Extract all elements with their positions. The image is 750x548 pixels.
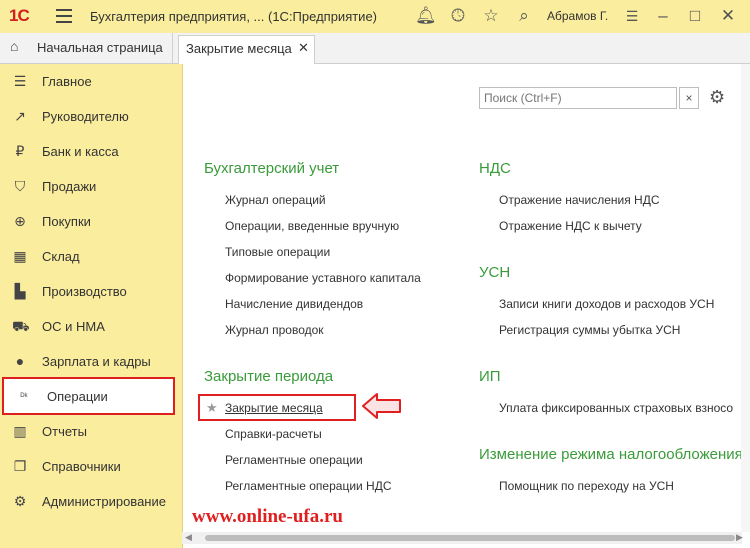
watermark: www.online-ufa.ru [192, 506, 343, 527]
sidebar-item-label: Продажи [42, 179, 97, 194]
sidebar-item-label: Администрирование [42, 494, 166, 509]
scroll-left-arrow-icon[interactable]: ◀ [185, 532, 192, 543]
section-title-period: Закрытие периода [204, 368, 334, 385]
home-icon: ⌂ [10, 38, 19, 54]
link-vat-deduction[interactable]: Отражение НДС к вычету [499, 219, 642, 233]
sidebar-item[interactable]: ⚙ Администрирование [0, 484, 182, 519]
link-usn-transition[interactable]: Помощник по переходу на УСН [499, 479, 674, 493]
section-title-vat: НДС [479, 160, 511, 177]
menu-list-icon: ☰ [13, 73, 27, 89]
section-title-accounting: Бухгалтерский учет [204, 160, 340, 177]
cart-icon: ⊕ [14, 213, 26, 229]
sidebar-item-label: Зарплата и кадры [42, 354, 151, 369]
sidebar-item[interactable]: ⛟ ОС и НМА [0, 309, 182, 344]
sidebar-item[interactable]: ● Зарплата и кадры [0, 344, 182, 379]
sidebar-item-label: Покупки [42, 214, 91, 229]
sidebar-item-label: Руководителю [42, 109, 129, 124]
link-calculation-notes[interactable]: Справки-расчеты [225, 427, 322, 441]
search-icon[interactable]: ⌕ [514, 6, 534, 26]
sidebar-item-label: Банк и касса [42, 144, 119, 159]
sidebar-item[interactable]: ▦ Склад [0, 239, 182, 274]
sidebar-item-label: Склад [42, 249, 80, 264]
sidebar-item-label: Справочники [42, 459, 121, 474]
person-icon: ● [15, 353, 25, 369]
link-usn-loss[interactable]: Регистрация суммы убытка УСН [499, 323, 680, 337]
bar-chart-icon: ▥ [13, 423, 27, 439]
section-title-tax-mode: Изменение режима налогообложения [479, 446, 743, 463]
app-title: Бухгалтерия предприятия, ... (1С:Предпри… [90, 9, 378, 24]
star-icon[interactable]: ☆ [481, 6, 501, 26]
link-month-closing[interactable]: Закрытие месяца [225, 401, 323, 415]
ruble-coin-icon: ₽ [15, 143, 25, 159]
link-operations-journal[interactable]: Журнал операций [225, 193, 326, 207]
sidebar-item[interactable]: ⊕ Покупки [0, 204, 182, 239]
tab-month-closing-label[interactable]: Закрытие месяца [186, 41, 292, 56]
truck-icon: ⛟ [12, 318, 30, 334]
sidebar-item[interactable]: ▙ Производство [0, 274, 182, 309]
sidebar-item[interactable]: ₽ Банк и касса [0, 134, 182, 169]
search-clear-button[interactable]: × [679, 87, 699, 109]
history-icon[interactable]: 🕓︎ [448, 6, 468, 26]
section-title-usn: УСН [479, 264, 511, 281]
user-name[interactable]: Абрамов Г. [547, 9, 608, 23]
vertical-scrollbar[interactable] [741, 64, 750, 532]
sidebar-item-label: Отчеты [42, 424, 87, 439]
close-window-icon[interactable]: ✕ [718, 6, 738, 26]
sidebar-item[interactable]: ↗ Руководителю [0, 99, 182, 134]
link-regulatory-operations-vat[interactable]: Регламентные операции НДС [225, 479, 392, 493]
link-insurance-payments[interactable]: Уплата фиксированных страховых взносо [499, 401, 733, 415]
link-typical-operations[interactable]: Типовые операции [225, 245, 330, 259]
link-capital-formation[interactable]: Формирование уставного капитала [225, 271, 421, 285]
sidebar-item[interactable]: ❐ Справочники [0, 449, 182, 484]
sidebar-item-label: Производство [42, 284, 127, 299]
gear-icon[interactable]: ⚙ [709, 87, 725, 108]
tab-home-label[interactable]: Начальная страница [37, 40, 163, 55]
maximize-icon[interactable]: □ [685, 6, 705, 26]
shopping-bag-icon: ⛉ [14, 178, 26, 194]
main-menu-icon[interactable] [56, 9, 72, 23]
horizontal-scroll-thumb[interactable] [205, 535, 735, 541]
bell-icon[interactable]: 🔔︎ [415, 6, 437, 26]
dt-kt-icon: ᴰᵏ [20, 391, 28, 401]
sidebar-item[interactable]: ᴰᵏ Операции [0, 379, 182, 414]
link-postings-journal[interactable]: Журнал проводок [225, 323, 324, 337]
factory-icon: ▙ [14, 283, 26, 299]
sidebar-item[interactable]: ⛉ Продажи [0, 169, 182, 204]
tab-close-icon[interactable]: ✕ [298, 40, 309, 56]
link-vat-accrual[interactable]: Отражение начисления НДС [499, 193, 660, 207]
trend-icon: ↗ [14, 108, 26, 124]
warehouse-icon: ▦ [13, 248, 27, 264]
scroll-right-arrow-icon[interactable]: ▶ [736, 532, 743, 543]
section-title-ip: ИП [479, 368, 501, 385]
books-icon: ❐ [13, 458, 27, 474]
favorite-star-icon[interactable]: ★ [206, 400, 218, 416]
search-box [479, 87, 678, 109]
sidebar-item[interactable]: ☰ Главное [0, 64, 182, 99]
pointer-arrow-icon [362, 393, 401, 419]
link-manual-operations[interactable]: Операции, введенные вручную [225, 219, 399, 233]
link-dividends[interactable]: Начисление дивидендов [225, 297, 363, 311]
settings-icon[interactable]: ☰ [622, 6, 642, 26]
link-regulatory-operations[interactable]: Регламентные операции [225, 453, 363, 467]
sidebar-item-label: ОС и НМА [42, 319, 105, 334]
search-input[interactable] [480, 88, 678, 108]
gear-icon: ⚙ [13, 493, 27, 509]
sidebar-item[interactable]: ▥ Отчеты [0, 414, 182, 449]
sidebar-item-label: Операции [47, 389, 108, 404]
link-usn-ledger[interactable]: Записи книги доходов и расходов УСН [499, 297, 714, 311]
app-logo[interactable]: 1С [9, 6, 30, 26]
minimize-icon[interactable]: – [653, 6, 673, 26]
sidebar-item-label: Главное [42, 74, 92, 89]
